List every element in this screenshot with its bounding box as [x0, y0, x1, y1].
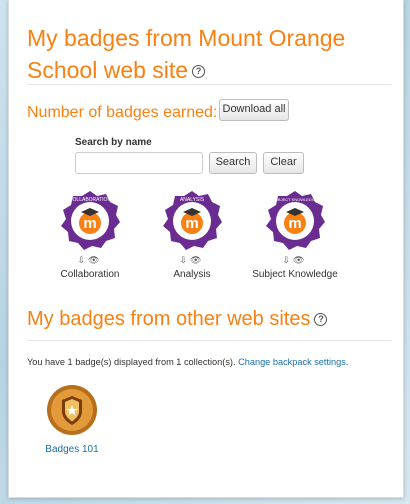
svg-text:m: m — [83, 215, 96, 232]
page-heading: My badges from Mount Orange School web s… — [27, 22, 397, 86]
backpack-text: You have 1 badge(s) displayed from 1 col… — [27, 357, 236, 367]
badge-name: Analysis — [173, 269, 211, 280]
svg-text:ANALYSIS: ANALYSIS — [180, 197, 205, 203]
badge-actions: ⇩👁 — [142, 255, 242, 267]
search-input[interactable] — [75, 152, 203, 174]
eye-icon[interactable]: 👁 — [293, 255, 307, 265]
eye-icon[interactable]: 👁 — [88, 255, 102, 265]
other-sites-heading-text: My badges from other web sites — [27, 308, 311, 330]
clear-button[interactable]: Clear — [263, 152, 304, 174]
badge-actions: ⇩👁 — [245, 255, 345, 267]
external-badge-item[interactable]: Badges 101 — [37, 384, 107, 455]
award-badge-icon[interactable]: m ANALYSIS — [162, 190, 222, 250]
help-icon[interactable]: ? — [314, 313, 328, 327]
badges-earned-count: Number of badges earned: 3 — [27, 104, 231, 121]
divider — [27, 340, 391, 341]
badges-panel: My badges from Mount Orange School web s… — [8, 0, 404, 498]
badge-item[interactable]: m ANALYSIS ⇩👁 Analysis — [142, 190, 242, 280]
badge-actions: ⇩👁 — [40, 255, 140, 267]
eye-icon[interactable]: 👁 — [190, 255, 204, 265]
page-heading-text: My badges from Mount Orange School web s… — [27, 25, 346, 83]
badge-name: Collaboration — [60, 269, 120, 280]
external-badge-name[interactable]: Badges 101 — [37, 444, 107, 455]
badge-item[interactable]: m COLLABORATION ⇩👁 Collaboration — [40, 190, 140, 280]
search-button[interactable]: Search — [209, 152, 257, 174]
backpack-summary: You have 1 badge(s) displayed from 1 col… — [27, 357, 348, 367]
download-icon[interactable]: ⇩ — [283, 255, 294, 265]
download-icon[interactable]: ⇩ — [180, 255, 191, 265]
badge-item[interactable]: m SUBJECT KNOWLEDGE ⇩👁 Subject Knowledge — [245, 190, 345, 280]
download-all-button[interactable]: Download all — [219, 99, 289, 121]
download-icon[interactable]: ⇩ — [78, 255, 89, 265]
help-icon[interactable]: ? — [192, 65, 206, 79]
other-sites-heading: My badges from other web sites? — [27, 308, 328, 331]
svg-text:COLLABORATION: COLLABORATION — [69, 197, 112, 203]
change-backpack-settings-link[interactable]: Change backpack settings. — [238, 357, 348, 367]
star-shield-icon[interactable] — [46, 384, 98, 436]
badge-name: Subject Knowledge — [252, 269, 338, 280]
svg-text:SUBJECT KNOWLEDGE: SUBJECT KNOWLEDGE — [272, 197, 318, 202]
divider — [27, 84, 391, 85]
svg-text:m: m — [288, 215, 301, 232]
award-badge-icon[interactable]: m COLLABORATION — [60, 190, 120, 250]
award-badge-icon[interactable]: m SUBJECT KNOWLEDGE — [265, 190, 325, 250]
svg-text:m: m — [185, 215, 198, 232]
search-label: Search by name — [75, 137, 152, 148]
